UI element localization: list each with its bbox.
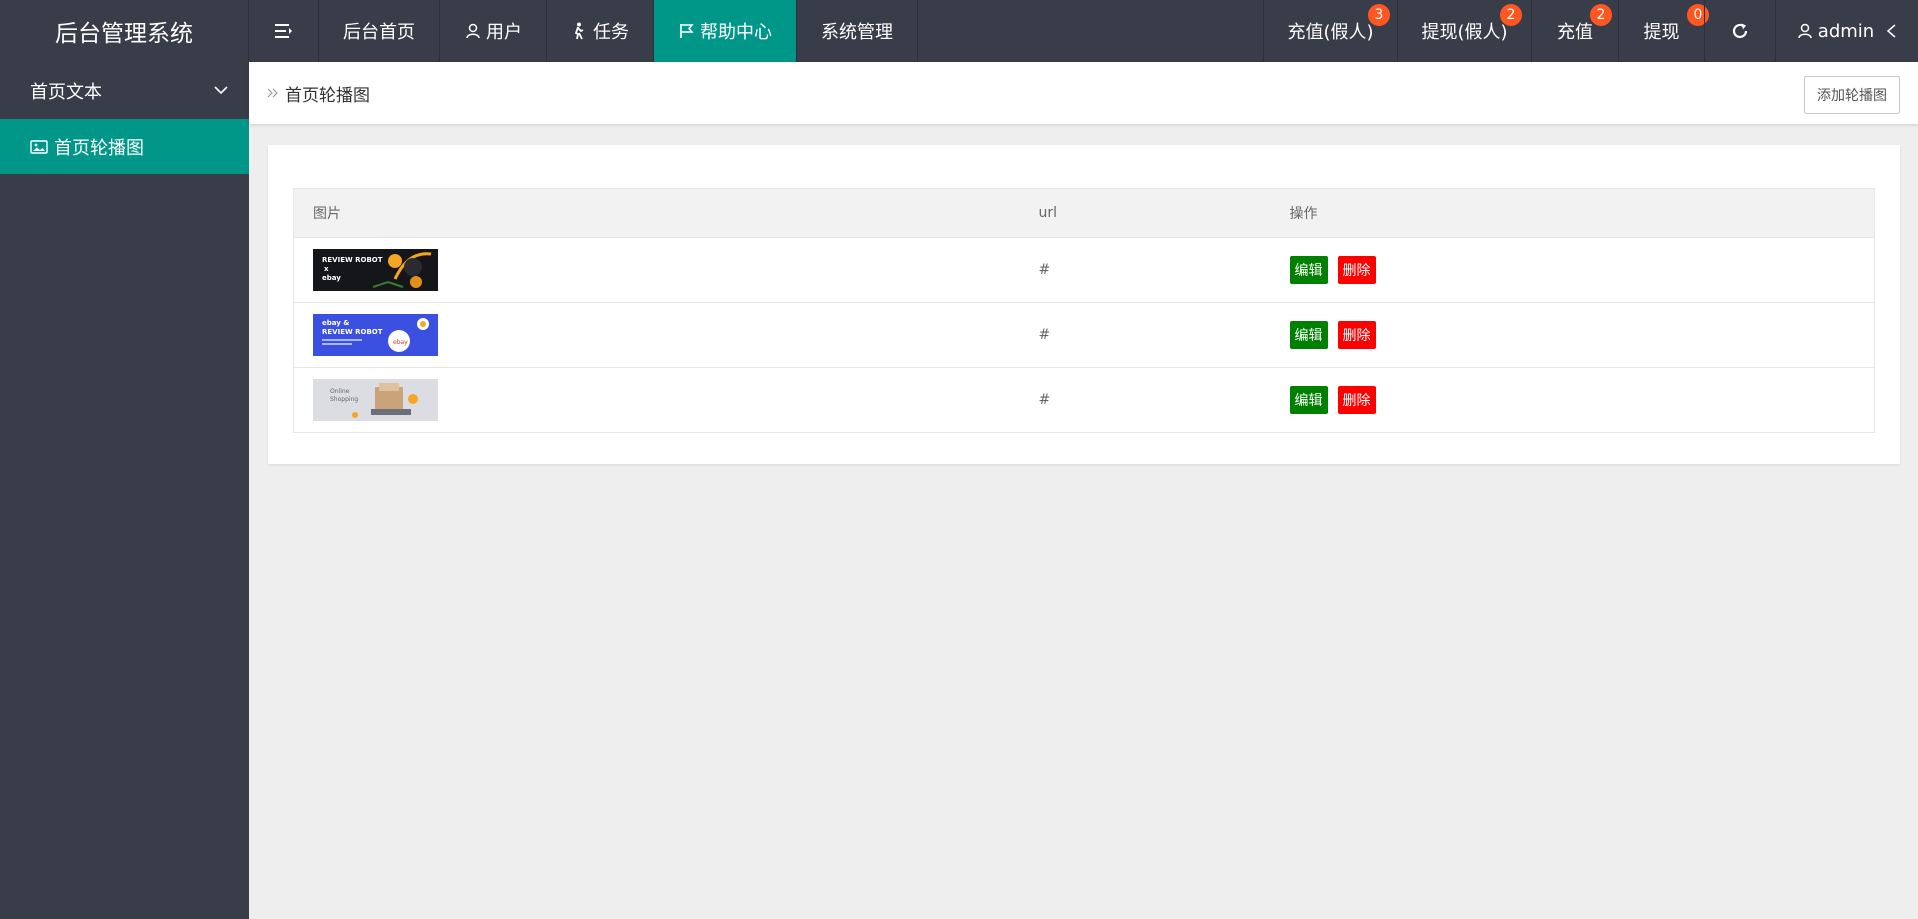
nav-home[interactable]: 后台首页 [319, 0, 440, 62]
recharge-badge: 2 [1590, 4, 1612, 26]
nav-recharge[interactable]: 充值 2 [1531, 0, 1618, 62]
chevron-left-icon [1887, 24, 1896, 38]
chevron-down-icon [214, 86, 228, 95]
sidebar-group-label: 首页文本 [30, 81, 102, 103]
banner3-line2: Shopping [330, 396, 358, 403]
row-image-cell: Online Shopping [293, 367, 1020, 433]
table-header-row: 图片 url 操作 [293, 188, 1875, 238]
nav-help-center-label: 帮助中心 [700, 22, 772, 43]
nav-users[interactable]: 用户 [440, 0, 547, 62]
nav-home-label: 后台首页 [343, 22, 415, 43]
nav-system-label: 系统管理 [821, 22, 893, 43]
user-icon [464, 22, 482, 40]
table-row: ebay & REVIEW ROBOT ebay # 编辑 删除 [293, 302, 1875, 368]
row-image-cell: ebay & REVIEW ROBOT ebay [293, 302, 1020, 368]
nav-tasks-label: 任务 [593, 22, 629, 43]
menu-toggle-icon [274, 24, 292, 38]
edit-button[interactable]: 编辑 [1289, 256, 1328, 284]
banner2-line2: REVIEW ROBOT [322, 328, 383, 336]
walker-icon [571, 22, 589, 40]
banner1-line1: REVIEW ROBOT [322, 256, 383, 264]
breadcrumb: 首页轮播图 [267, 81, 370, 106]
header-actions: 操作 [1270, 188, 1875, 238]
image-icon [30, 139, 48, 154]
nav-recharge-fake-label: 充值(假人) [1287, 22, 1374, 43]
delete-button[interactable]: 删除 [1337, 386, 1376, 414]
user-name: admin [1817, 20, 1875, 42]
add-carousel-button[interactable]: 添加轮播图 [1804, 76, 1900, 114]
banner2-line1: ebay & [322, 319, 349, 327]
row-actions-cell: 编辑 删除 [1270, 367, 1875, 433]
edit-button[interactable]: 编辑 [1289, 386, 1328, 414]
row-actions-cell: 编辑 删除 [1270, 302, 1875, 368]
delete-button[interactable]: 删除 [1337, 321, 1376, 349]
right-nav: 充值(假人) 3 提现(假人) 2 充值 2 提现 0 admin [1263, 0, 1918, 62]
banner3-line1: Online [330, 388, 350, 395]
delete-button[interactable]: 删除 [1337, 256, 1376, 284]
banner-online-shopping[interactable]: Online Shopping [313, 379, 438, 421]
nav-withdraw[interactable]: 提现 0 [1618, 0, 1709, 62]
nav-withdraw-fake-label: 提现(假人) [1421, 22, 1508, 43]
row-image-cell: REVIEW ROBOT x ebay [293, 237, 1020, 303]
banner1-line3: ebay [322, 274, 341, 282]
content-card: 图片 url 操作 REVIEW ROBOT x ebay # 编辑 删除 eb… [268, 145, 1900, 464]
refresh-icon [1732, 23, 1748, 39]
nav-recharge-fake[interactable]: 充值(假人) 3 [1263, 0, 1397, 62]
user-menu[interactable]: admin [1775, 0, 1918, 62]
sidebar-item-label: 首页轮播图 [54, 137, 144, 159]
nav-recharge-label: 充值 [1557, 22, 1593, 43]
table-row: REVIEW ROBOT x ebay # 编辑 删除 [293, 237, 1875, 303]
banner-ebay-review-robot[interactable]: ebay & REVIEW ROBOT ebay [313, 314, 438, 356]
row-url-cell: # [1019, 302, 1271, 368]
row-url-cell: # [1019, 237, 1271, 303]
breadcrumb-bar: 首页轮播图 添加轮播图 [249, 62, 1918, 124]
top-nav: 后台首页 用户 任务 帮助中心 系统管理 [249, 0, 918, 62]
row-url-cell: # [1019, 367, 1271, 433]
nav-help-center[interactable]: 帮助中心 [654, 0, 797, 62]
top-header: 后台管理系统 后台首页 用户 任务 帮助中心 系统管理 充值(假人) 3 提现(… [0, 0, 1918, 62]
sidebar: 首页文本 首页轮播图 [0, 62, 249, 919]
breadcrumb-current: 首页轮播图 [285, 85, 370, 106]
row-actions-cell: 编辑 删除 [1270, 237, 1875, 303]
nav-withdraw-label: 提现 [1643, 22, 1680, 43]
nav-users-label: 用户 [486, 22, 522, 43]
nav-tasks[interactable]: 任务 [547, 0, 654, 62]
banner2-logo: ebay [393, 339, 408, 346]
edit-button[interactable]: 编辑 [1289, 321, 1328, 349]
nav-system[interactable]: 系统管理 [797, 0, 918, 62]
header-image: 图片 [293, 188, 1020, 238]
banner1-line2: x [324, 265, 329, 273]
flag-icon [678, 22, 696, 40]
app-title: 后台管理系统 [0, 0, 249, 62]
recharge-fake-badge: 3 [1368, 4, 1390, 26]
refresh-button[interactable] [1704, 0, 1775, 62]
admin-user-icon [1796, 22, 1814, 40]
table-row: Online Shopping # 编辑 删除 [293, 367, 1875, 433]
banner-review-robot-ebay[interactable]: REVIEW ROBOT x ebay [313, 249, 438, 291]
header-url: url [1019, 188, 1271, 238]
withdraw-fake-badge: 2 [1500, 4, 1522, 26]
double-chevron-right-icon [267, 88, 278, 98]
sidebar-item-home-carousel[interactable]: 首页轮播图 [0, 119, 249, 174]
sidebar-group-home-text[interactable]: 首页文本 [0, 62, 249, 119]
carousel-table: 图片 url 操作 REVIEW ROBOT x ebay # 编辑 删除 eb… [293, 188, 1875, 433]
nav-withdraw-fake[interactable]: 提现(假人) 2 [1397, 0, 1531, 62]
menu-toggle-button[interactable] [249, 0, 319, 62]
